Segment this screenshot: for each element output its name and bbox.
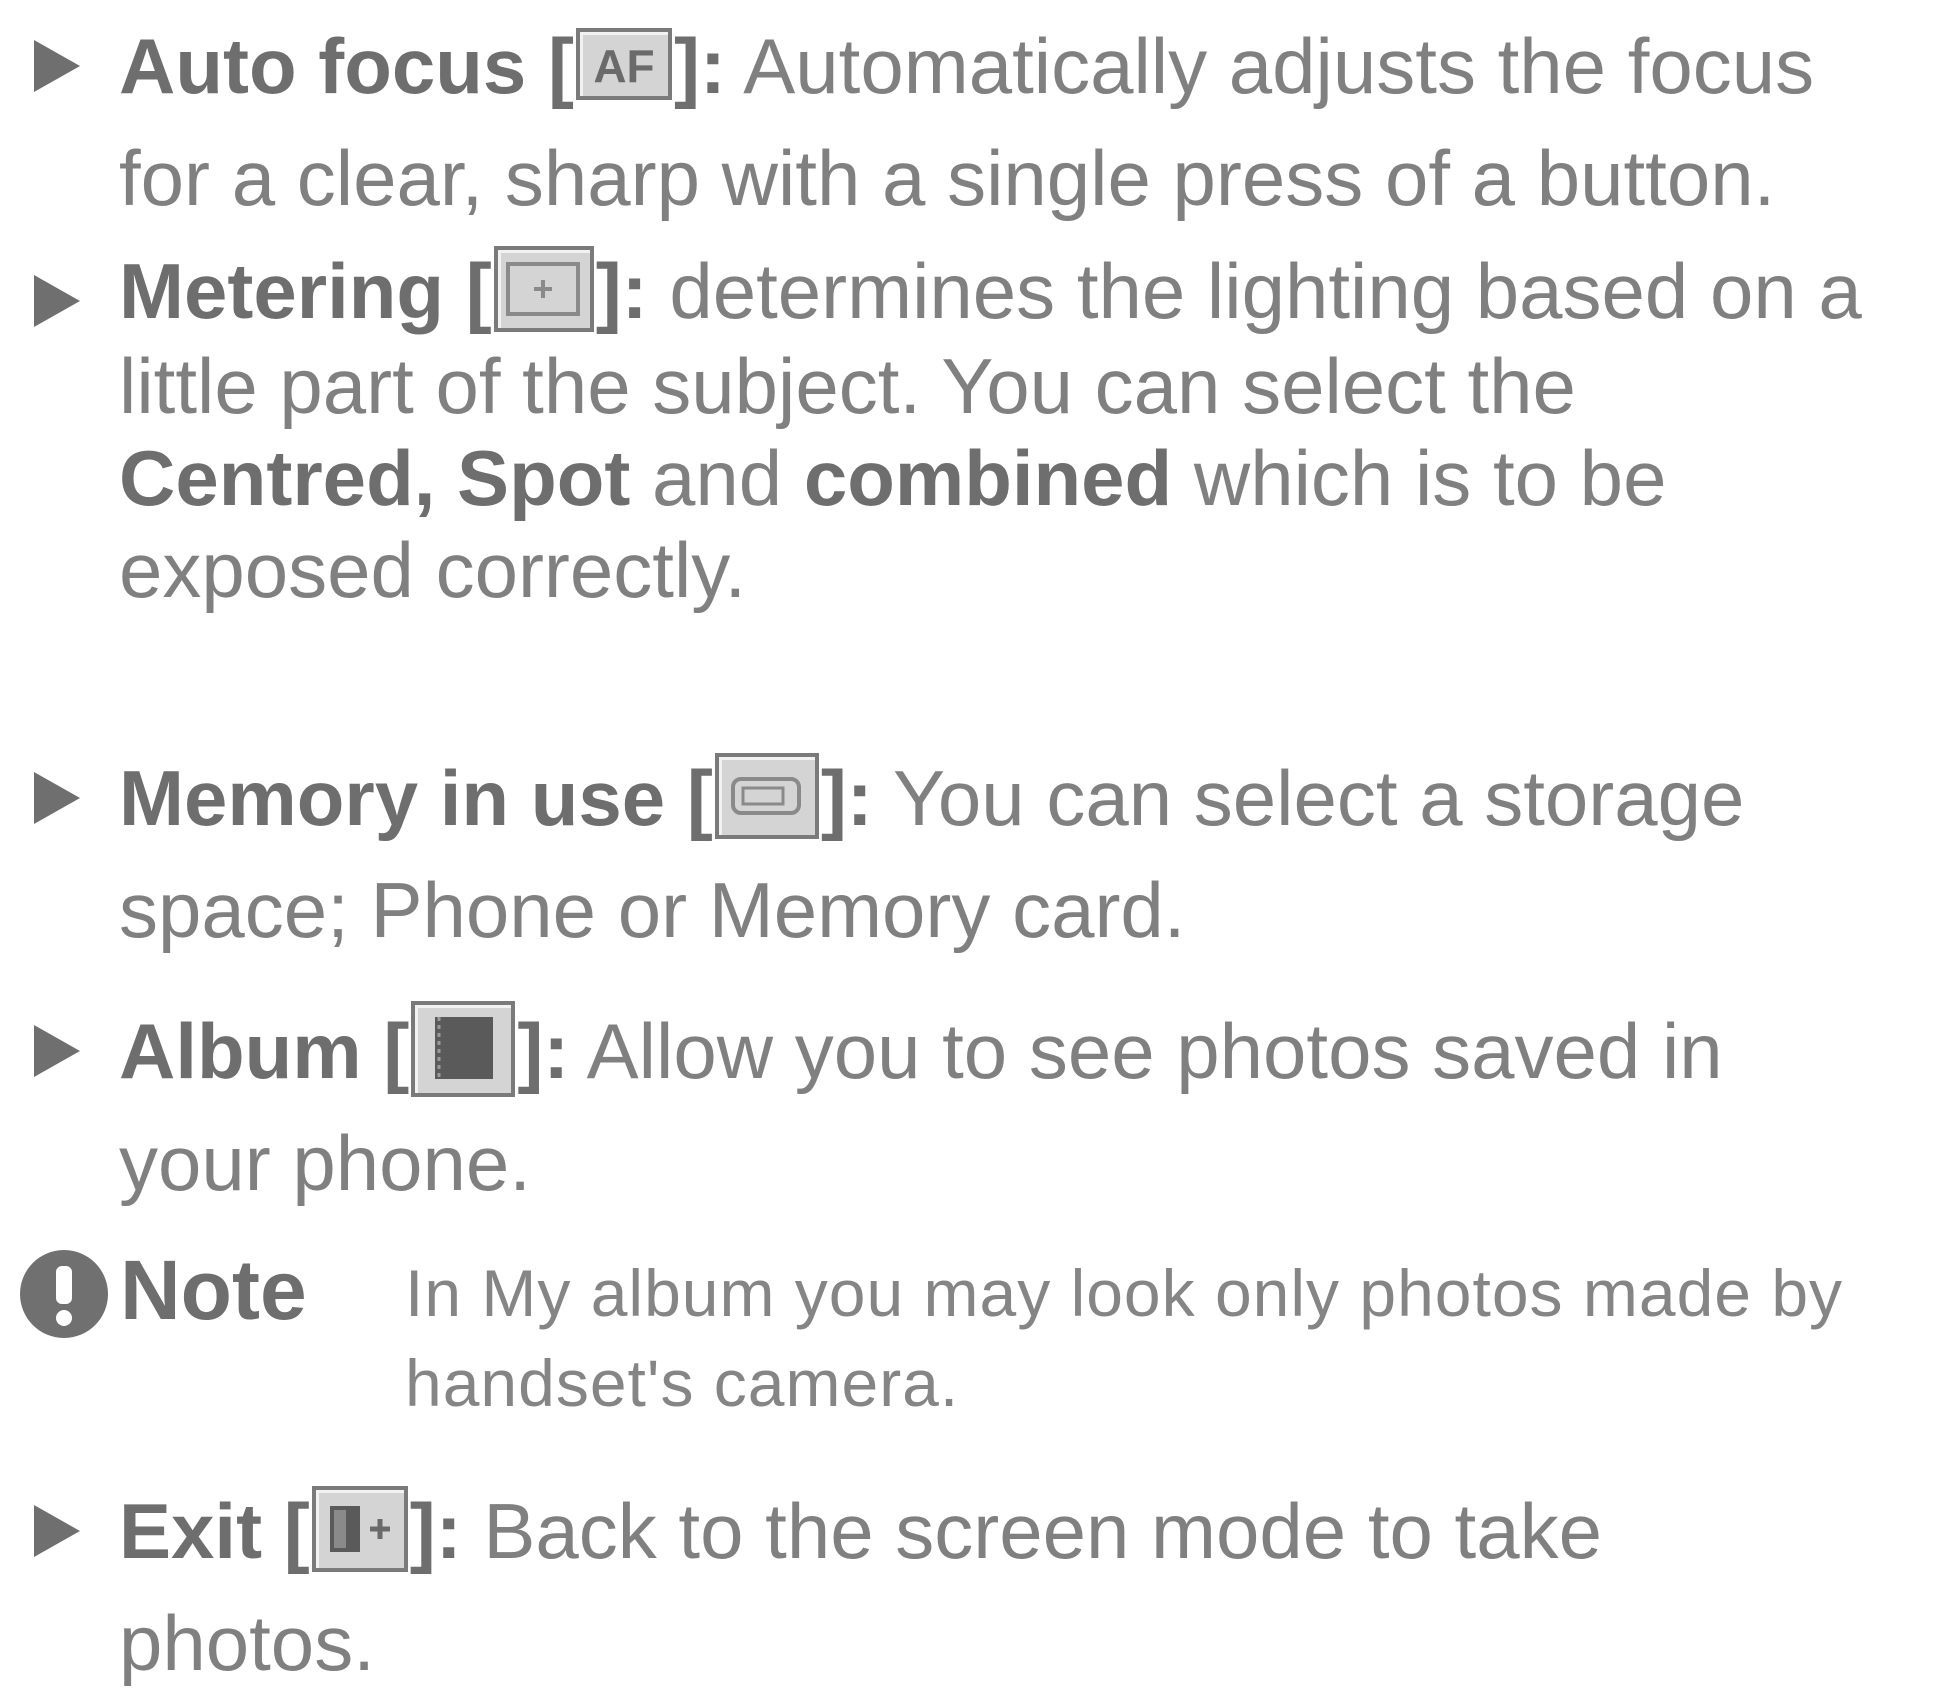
bullet-arrow-icon: [34, 1025, 80, 1077]
note-box: Note In My album you may look only photo…: [20, 1240, 1920, 1420]
metering-desc-2: little part of the subject. You can sele…: [119, 342, 1576, 431]
note-title: Note: [120, 1243, 307, 1337]
album-icon: [411, 1001, 516, 1098]
auto-focus-label: Auto focus: [119, 22, 527, 110]
metering-icon: [493, 246, 594, 333]
album-desc-1: Allow you to see photos saved in: [586, 1007, 1723, 1095]
metering-desc-3: which is to be: [1193, 434, 1667, 523]
metering-option-centred-spot: Centred, Spot: [119, 434, 631, 523]
exit-label: Exit: [119, 1487, 263, 1575]
exit-desc-1: Back to the screen mode to take: [483, 1487, 1602, 1575]
af-icon: AF: [575, 28, 672, 101]
svg-text:AF: AF: [593, 40, 654, 92]
exit-desc-2: photos.: [119, 1599, 375, 1687]
exit-icon: [311, 1486, 408, 1573]
memory-in-use-desc-1: You can select a storage: [893, 754, 1745, 842]
manual-page: Auto focus [AF]: Automatically adjusts t…: [0, 0, 1950, 1687]
bullet-arrow-icon: [34, 1505, 80, 1557]
album-label: Album: [119, 1007, 362, 1095]
memory-in-use-label: Memory in use: [119, 754, 666, 842]
note-text: In My album you may look only photos mad…: [405, 1256, 1844, 1420]
bullet-arrow-icon: [34, 275, 80, 327]
memory-in-use-desc-2: space; Phone or Memory card.: [119, 866, 1186, 954]
memory-card-icon: [714, 753, 819, 840]
bullet-arrow-icon: [34, 772, 80, 824]
metering-option-combined: combined: [803, 434, 1173, 523]
auto-focus-desc-2: for a clear, sharp with a single press o…: [119, 134, 1776, 222]
bullet-arrow-icon: [34, 40, 80, 92]
metering-desc-4: exposed correctly.: [119, 526, 747, 615]
exclamation-icon: [20, 1250, 108, 1338]
metering-desc-1: determines the lighting based on a: [669, 247, 1862, 335]
metering-label: Metering: [119, 247, 445, 335]
auto-focus-desc-1: Automatically adjusts the focus: [743, 22, 1815, 110]
album-desc-2: your phone.: [119, 1119, 531, 1207]
